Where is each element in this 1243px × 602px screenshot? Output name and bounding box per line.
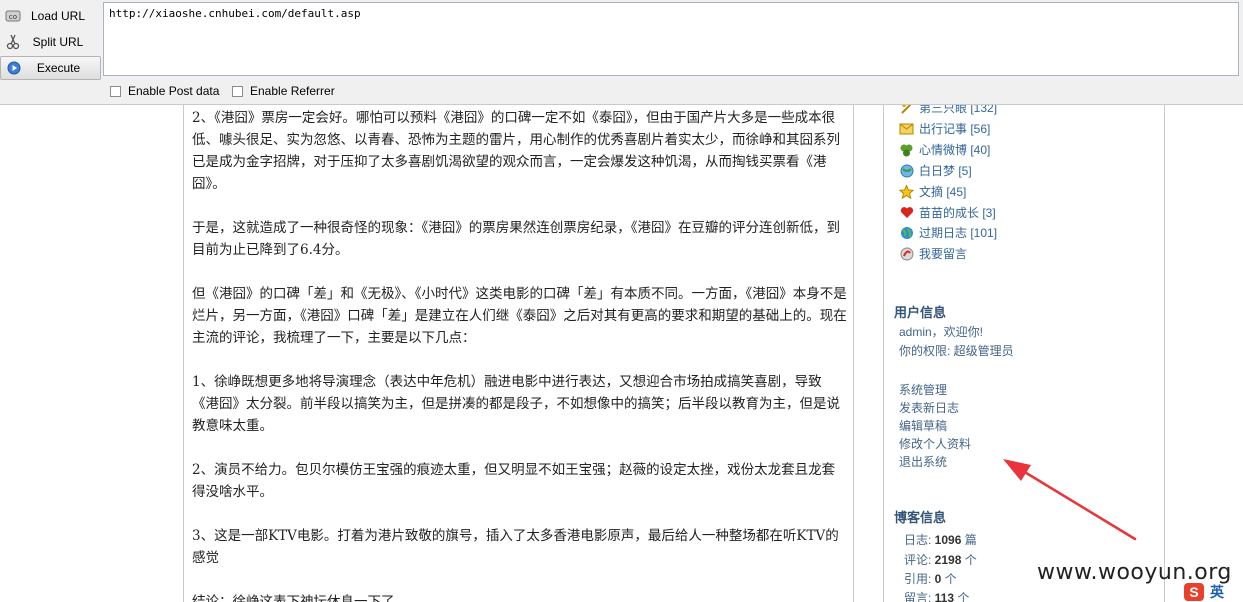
- eye-pen-icon: [899, 105, 914, 115]
- category-label: 心情微博 [40]: [919, 143, 991, 157]
- enable-post-data-option[interactable]: Enable Post data: [110, 84, 219, 98]
- enable-referrer-option[interactable]: Enable Referrer: [232, 84, 335, 98]
- category-label: 第三只眼 [132]: [919, 105, 998, 115]
- category-link[interactable]: 心情微博 [40]: [899, 141, 990, 158]
- envelope-icon: [899, 122, 914, 136]
- category-link[interactable]: 出行记事 [56]: [899, 120, 990, 137]
- article-paragraph: 结论：徐峥这表下神坛休息一下了: [192, 594, 395, 602]
- admin-link-new-post[interactable]: 发表新日志: [899, 399, 959, 416]
- execute-button[interactable]: Execute: [0, 56, 101, 80]
- category-label: 文摘 [45]: [919, 185, 967, 199]
- svg-text:co: co: [9, 13, 17, 21]
- article-paragraph: 2、演员不给力。包贝尔模仿王宝强的痕迹太重，但又明显不如王宝强；赵薇的设定太挫，…: [192, 462, 836, 500]
- category-link[interactable]: 文摘 [45]: [899, 183, 966, 200]
- load-url-icon: co: [4, 8, 22, 24]
- admin-link-profile[interactable]: 修改个人资料: [899, 435, 971, 452]
- category-link[interactable]: 过期日志 [101]: [899, 224, 997, 241]
- swirl-icon: [899, 247, 914, 261]
- article-paragraph: 3、这是一部KTV电影。打着为港片致敬的旗号，插入了太多香港电影原声，最后给人一…: [192, 528, 839, 566]
- ime-indicator[interactable]: S 英: [1184, 581, 1243, 602]
- permission-text: 你的权限: 超级管理员: [899, 344, 1014, 358]
- article-paragraph: 2、《港囧》票房一定会好。哪怕可以预料《港囧》的口碑一定不如《泰囧》，但由于国产…: [192, 110, 840, 192]
- article-body: 2、《港囧》票房一定会好。哪怕可以预料《港囧》的口碑一定不如《泰囧》，但由于国产…: [183, 105, 854, 602]
- article-paragraph: 1、徐峥既想更多地将导演理念（表达中年危机）融进电影中进行表达，又想迎合市场拍成…: [192, 374, 840, 434]
- web-page: 2、《港囧》票房一定会好。哪怕可以预料《港囧》的口碑一定不如《泰囧》，但由于国产…: [0, 105, 1243, 602]
- admin-link-system[interactable]: 系统管理: [899, 381, 947, 398]
- category-label: 苗苗的成长 [3]: [919, 206, 996, 220]
- category-link[interactable]: 苗苗的成长 [3]: [899, 204, 996, 221]
- category-label: 出行记事 [56]: [919, 122, 991, 136]
- category-label: 白日梦 [5]: [919, 164, 972, 178]
- admin-link-drafts[interactable]: 编辑草稿: [899, 417, 947, 434]
- welcome-text: admin，欢迎你!: [899, 325, 984, 339]
- enable-referrer-checkbox[interactable]: [232, 85, 243, 97]
- stat-messages: 留言: 113 个: [904, 591, 970, 602]
- load-url-button[interactable]: co Load URL: [0, 4, 100, 27]
- stat-comments: 评论: 2198 个: [904, 553, 977, 567]
- annotation-arrow: [1003, 459, 1137, 541]
- play-icon: [5, 60, 23, 76]
- category-label: 我要留言: [919, 247, 968, 261]
- category-link[interactable]: 第三只眼 [132]: [899, 105, 997, 116]
- execute-label: Execute: [36, 61, 81, 75]
- enable-referrer-label: Enable Referrer: [250, 84, 335, 98]
- category-link[interactable]: 白日梦 [5]: [899, 162, 972, 179]
- leave-message-link[interactable]: 我要留言: [899, 245, 967, 262]
- heart-icon: [899, 206, 914, 220]
- split-url-button[interactable]: Split URL: [0, 30, 100, 53]
- admin-link-logout[interactable]: 退出系统: [899, 453, 947, 470]
- earth-icon: [899, 226, 914, 240]
- enable-post-data-checkbox[interactable]: [110, 85, 121, 97]
- url-input[interactable]: http://xiaoshe.cnhubei.com/default.asp: [103, 2, 1239, 76]
- load-url-label: Load URL: [30, 8, 86, 23]
- stat-posts: 日志: 1096 篇: [904, 533, 977, 547]
- article-paragraph: 但《港囧》的口碑「差」和《无极》、《小时代》这类电影的口碑「差」有本质不同。一方…: [192, 286, 847, 346]
- split-url-label: Split URL: [32, 34, 84, 49]
- article-paragraph: 于是，这就造成了一种很奇怪的现象：《港囧》的票房果然连创票房纪录，《港囧》在豆瓣…: [192, 220, 840, 258]
- clover-icon: [899, 143, 914, 157]
- hackbar-toolbar: co Load URL Split URL Execute http://xia…: [0, 0, 1243, 105]
- stat-trackbacks: 引用: 0 个: [904, 572, 957, 586]
- user-info-title: 用户信息: [894, 305, 947, 320]
- ime-mode-label: 英: [1210, 583, 1224, 600]
- blog-info-title: 博客信息: [894, 510, 947, 525]
- category-label: 过期日志 [101]: [919, 226, 998, 240]
- scissors-icon: [4, 34, 22, 50]
- sogou-logo-icon: S: [1184, 582, 1204, 601]
- star-icon: [899, 184, 914, 199]
- globe-icon: [899, 164, 914, 178]
- enable-post-data-label: Enable Post data: [128, 84, 220, 98]
